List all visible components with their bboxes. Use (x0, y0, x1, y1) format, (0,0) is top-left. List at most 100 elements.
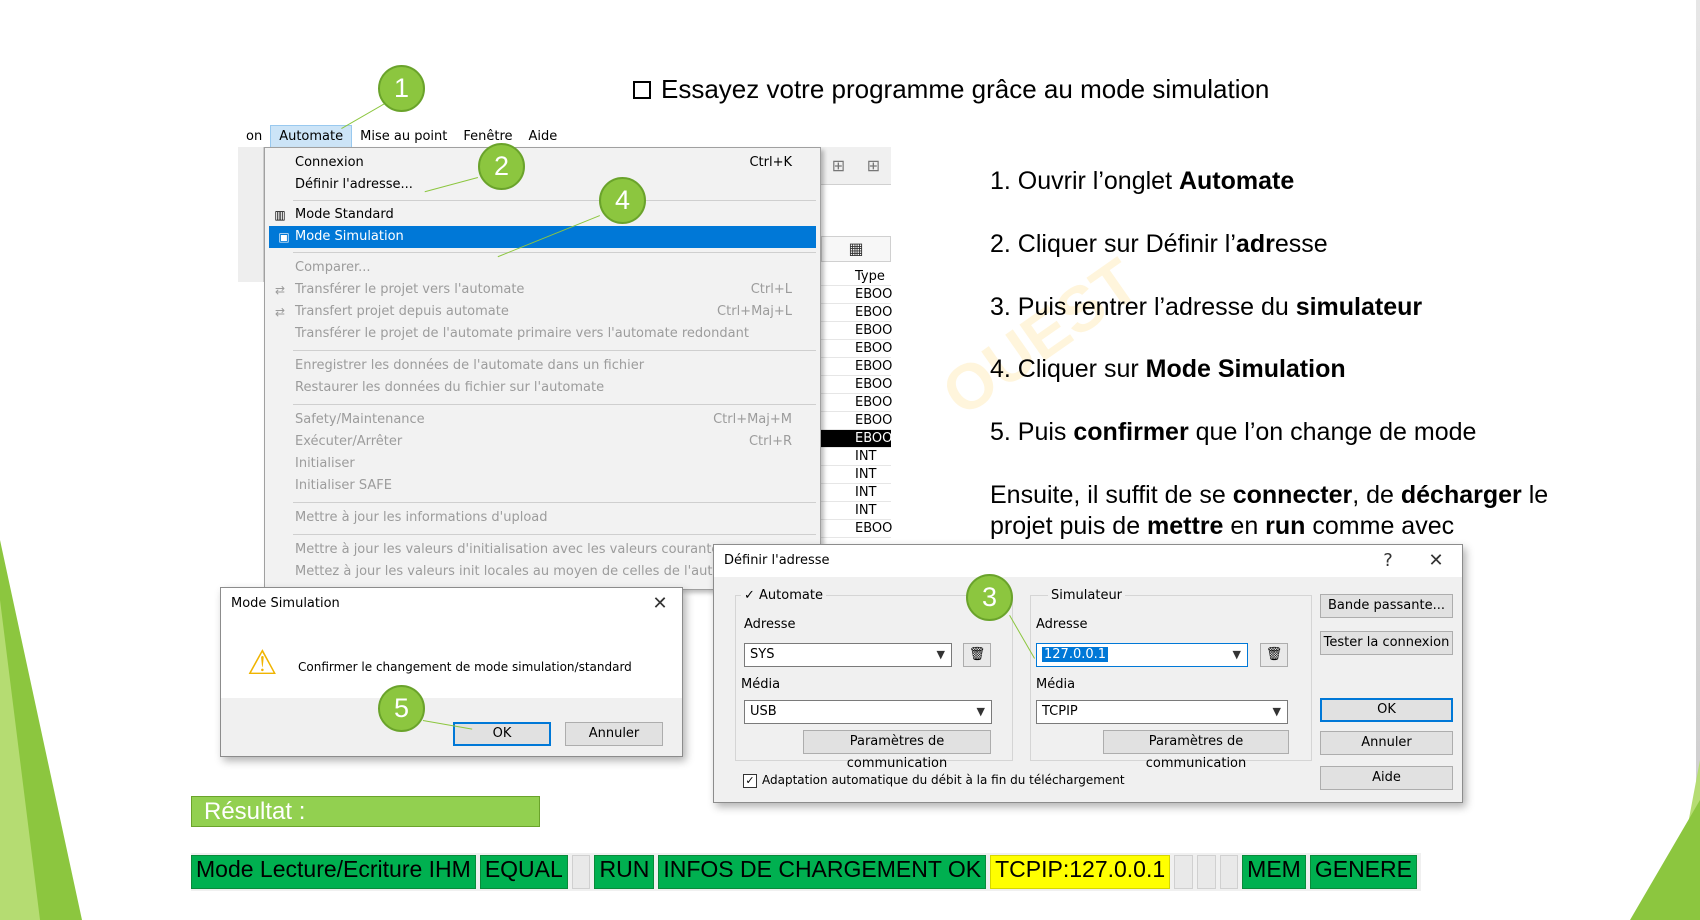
automate-dropdown: Connexion Ctrl+K Définir l'adresse... ▥ Mo… (264, 147, 821, 590)
step-4: 4. Cliquer sur Mode Simulation (990, 355, 1346, 383)
type-cell: EBOO (821, 394, 892, 412)
status-mem: MEM (1242, 855, 1306, 889)
bullet-box-icon (633, 80, 651, 99)
aide-button[interactable]: Aide (1320, 766, 1453, 790)
trash-icon[interactable]: 🗑 (963, 643, 991, 667)
type-cell: INT (821, 448, 891, 466)
close-icon[interactable]: ✕ (642, 588, 678, 620)
grid-icon[interactable]: ▦ (821, 236, 891, 262)
status-equal: EQUAL (479, 855, 568, 889)
menu-safety[interactable]: Safety/Maintenance Ctrl+Maj+M (295, 409, 792, 431)
slide-edge (1696, 0, 1700, 800)
type-cell: EBOO (821, 376, 892, 394)
chevron-down-icon: ▼ (976, 705, 985, 718)
step-5: 5. Puis confirmer que l’on change de mod… (990, 418, 1477, 446)
definir-adresse-dialog: Définir l'adresse ? ✕ ✓ Automate Adresse… (713, 544, 1463, 803)
adresse-automate-select[interactable]: SYS ▼ (744, 643, 952, 667)
menu-transfert-depuis[interactable]: ⇄ Transfert projet depuis automate Ctrl+Ma… (275, 301, 792, 323)
close-icon[interactable]: ✕ (1418, 545, 1454, 577)
resultat-label: Résultat : (191, 796, 540, 827)
menu-mode-standard[interactable]: ▥ Mode Standard (274, 204, 792, 226)
menu-item-mise-au-point[interactable]: Mise au point (352, 126, 455, 148)
step-2: 2. Cliquer sur Définir l’adresse (990, 230, 1328, 258)
checkmark-icon: ✓ (744, 588, 760, 603)
cancel-button[interactable]: Annuler (565, 722, 663, 746)
chevron-down-icon: ▼ (1232, 648, 1241, 661)
then-line-2: projet puis de mettre en run comme avec (990, 512, 1455, 540)
decor-triangle-right (1630, 800, 1700, 920)
dialog-title: Définir l'adresse (714, 545, 1462, 577)
status-genere: GENERE (1309, 855, 1417, 889)
ok-button[interactable]: OK (453, 722, 551, 746)
status-tcpip: TCPIP:127.0.0.1 (990, 855, 1171, 889)
status-run: RUN (594, 855, 655, 889)
type-cell: EBOO (821, 412, 892, 430)
type-cell: EBOO (821, 358, 892, 376)
status-mode: Mode Lecture/Ecriture IHM (191, 855, 476, 889)
toolbar-strip-left (238, 147, 264, 282)
ok-button[interactable]: OK (1320, 698, 1453, 722)
type-cell: INT (821, 466, 891, 484)
status-bar: Mode Lecture/Ecriture IHM EQUAL RUN INFO… (191, 853, 1421, 891)
network-icon-2[interactable]: ⊞ (867, 156, 880, 175)
type-cell: EBOO (821, 340, 892, 358)
annuler-button[interactable]: Annuler (1320, 731, 1453, 755)
mode-standard-icon: ▥ (274, 208, 286, 222)
slide-heading: Essayez votre programme grâce au mode si… (633, 74, 1269, 105)
param-comm-automate-button[interactable]: Paramètres de communication (803, 730, 991, 771)
type-header: Type (821, 268, 891, 286)
type-cell: EBOO (821, 520, 892, 538)
step-1: 1. Ouvrir l’onglet Automate (990, 167, 1295, 195)
heading-text: Essayez votre programme grâce au mode si… (661, 74, 1270, 104)
separator (293, 200, 816, 201)
menu-item-aide[interactable]: Aide (521, 126, 566, 148)
separator (293, 252, 816, 253)
adresse-simulateur-select[interactable]: 127.0.0.1 ▼ (1036, 643, 1248, 667)
trash-icon[interactable]: 🗑 (1260, 643, 1288, 667)
media-automate-select[interactable]: USB ▼ (744, 700, 992, 724)
mode-simulation-dialog: Mode Simulation ✕ ⚠ Confirmer le changem… (220, 587, 683, 757)
type-cell: EBOO (821, 286, 892, 304)
simulateur-group-label: Simulateur (1048, 588, 1126, 603)
menu-restaurer[interactable]: Restaurer les données du fichier sur l'a… (295, 377, 792, 399)
type-cell-selected: EBOO (821, 430, 892, 448)
menu-executer[interactable]: Exécuter/Arrêter Ctrl+R (295, 431, 792, 453)
menu-connexion[interactable]: Connexion Ctrl+K (295, 152, 792, 174)
type-cell: EBOO (821, 322, 892, 340)
callout-4: 4 (599, 177, 646, 224)
dialog-body (221, 620, 682, 698)
watermark: OUEST (929, 244, 1152, 430)
media-label: Média (1036, 677, 1076, 692)
menu-comparer[interactable]: Comparer... (295, 257, 792, 279)
menu-enregistrer[interactable]: Enregistrer les données de l'automate da… (295, 355, 792, 377)
transfer-icon: ⇄ (274, 283, 286, 297)
menu-transferer[interactable]: ⇄ Transférer le projet vers l'automate Ctr… (275, 279, 792, 301)
chevron-down-icon: ▼ (936, 648, 945, 661)
tester-connexion-button[interactable]: Tester la connexion (1320, 631, 1453, 655)
warning-icon: ⚠ (247, 643, 278, 683)
callout-3: 3 (966, 574, 1013, 621)
type-cell: INT (821, 484, 891, 502)
media-simulateur-select[interactable]: TCPIP ▼ (1036, 700, 1288, 724)
menu-item-automate[interactable]: Automate (270, 125, 353, 149)
callout-1: 1 (378, 65, 425, 112)
type-cell: EBOO (821, 304, 892, 322)
help-icon[interactable]: ? (1370, 545, 1406, 577)
param-comm-simulateur-button[interactable]: Paramètres de communication (1103, 730, 1289, 771)
separator (293, 502, 816, 503)
status-empty (571, 855, 591, 889)
separator (293, 350, 816, 351)
menu-transferer-redondant[interactable]: Transférer le projet de l'automate prima… (295, 323, 792, 345)
status-infos: INFOS DE CHARGEMENT OK (658, 855, 987, 889)
menu-initialiser-safe[interactable]: Initialiser SAFE (295, 475, 792, 497)
menu-mettre-upload[interactable]: Mettre à jour les informations d'upload (295, 507, 792, 529)
bande-passante-button[interactable]: Bande passante... (1320, 594, 1453, 618)
decor-triangle-left-light (0, 600, 40, 920)
menu-item-on[interactable]: on (238, 126, 270, 148)
adaptation-checkbox[interactable]: ✓ (743, 774, 757, 788)
menu-definir-adresse[interactable]: Définir l'adresse... (295, 174, 792, 196)
menu-initialiser[interactable]: Initialiser (295, 453, 792, 475)
automate-group-label[interactable]: ✓ Automate (741, 588, 826, 603)
transfer-back-icon: ⇄ (274, 305, 286, 319)
network-icon[interactable]: ⊞ (832, 156, 845, 175)
